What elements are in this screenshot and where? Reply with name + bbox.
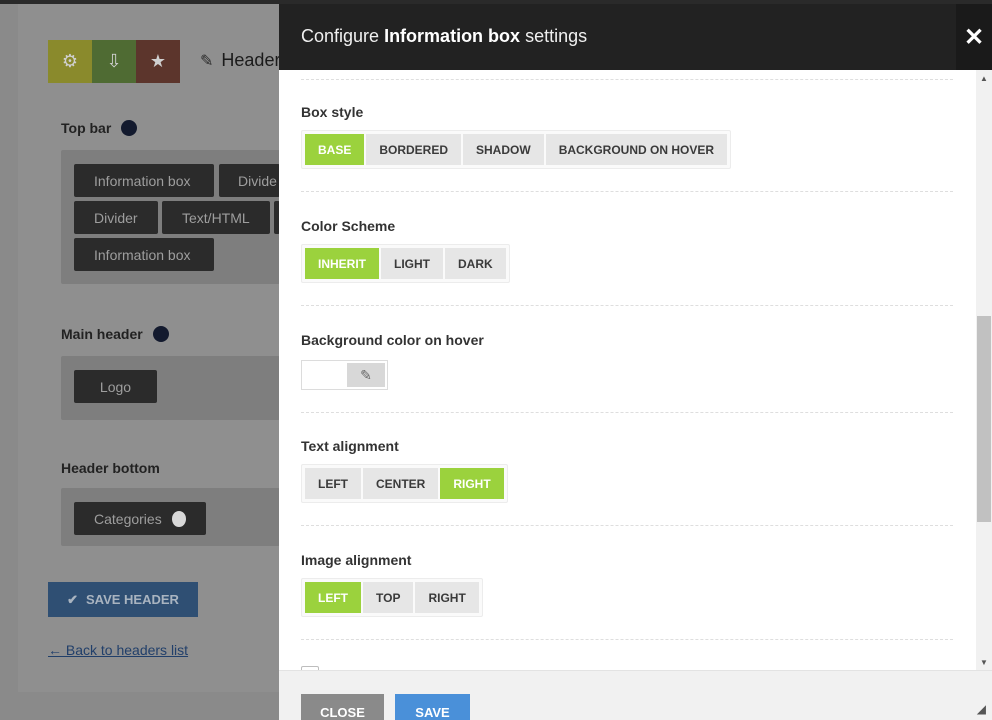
scroll-up-arrow-icon[interactable]: ▲ bbox=[976, 70, 992, 86]
scroll-thumb[interactable] bbox=[977, 316, 991, 522]
image-alignment-option-right[interactable]: RIGHT bbox=[415, 582, 479, 613]
modal-title: Configure Information box settings bbox=[301, 26, 587, 47]
header-name-title[interactable]: ✎ Header bbox=[200, 50, 280, 71]
eyedropper-icon[interactable]: ✎ bbox=[347, 363, 385, 387]
resize-grip-icon[interactable]: ◢ bbox=[977, 702, 986, 716]
box-style-label: Box style bbox=[301, 104, 364, 120]
import-icon[interactable]: ⇩ bbox=[92, 40, 136, 83]
divider bbox=[301, 639, 953, 640]
text-alignment-option-left[interactable]: LEFT bbox=[305, 468, 361, 499]
header-name-text: Header bbox=[221, 50, 281, 70]
close-icon[interactable]: ✕ bbox=[956, 4, 992, 70]
divider bbox=[301, 79, 953, 80]
color-scheme-option-light[interactable]: LIGHT bbox=[381, 248, 443, 279]
top-bar-label: Top bar bbox=[61, 120, 138, 136]
color-scheme-option-dark[interactable]: DARK bbox=[445, 248, 506, 279]
settings-modal: Configure Information box settings ✕ Box… bbox=[279, 4, 992, 720]
modal-body: Box style BASE BORDERED SHADOW BACKGROUN… bbox=[279, 70, 976, 670]
color-scheme-options: INHERIT LIGHT DARK bbox=[301, 244, 510, 283]
divider bbox=[301, 191, 953, 192]
element-chip[interactable]: Information box bbox=[74, 238, 214, 271]
text-alignment-label: Text alignment bbox=[301, 438, 399, 454]
star-icon[interactable]: ★ bbox=[136, 40, 180, 83]
modal-title-prefix: Configure bbox=[301, 26, 385, 46]
modal-title-suffix: settings bbox=[520, 26, 588, 46]
text-alignment-option-right[interactable]: RIGHT bbox=[440, 468, 504, 499]
chip-status-dot bbox=[171, 510, 186, 527]
save-button[interactable]: SAVE bbox=[395, 694, 470, 720]
header-bottom-label-text: Header bottom bbox=[61, 460, 160, 476]
check-icon: ✔ bbox=[67, 591, 78, 607]
main-header-color-dot[interactable] bbox=[152, 326, 169, 342]
box-style-option-shadow[interactable]: SHADOW bbox=[463, 134, 544, 165]
element-chip[interactable]: Divide bbox=[219, 164, 280, 197]
gear-icon[interactable]: ⚙ bbox=[48, 40, 92, 83]
bg-hover-color-picker[interactable]: ✎ bbox=[301, 360, 388, 390]
close-button[interactable]: CLOSE bbox=[301, 694, 384, 720]
bg-hover-label: Background color on hover bbox=[301, 332, 484, 348]
header-bottom-area: Categories bbox=[61, 488, 280, 546]
back-to-headers-link[interactable]: ← Back to headers list bbox=[48, 642, 188, 658]
element-chip-label: Categories bbox=[94, 510, 162, 527]
box-style-option-bg-hover[interactable]: BACKGROUND ON HOVER bbox=[545, 134, 728, 165]
top-bar-color-dot[interactable] bbox=[121, 120, 138, 136]
divider bbox=[301, 525, 953, 526]
modal-header: Configure Information box settings ✕ bbox=[279, 4, 992, 70]
text-alignment-options: LEFT CENTER RIGHT bbox=[301, 464, 508, 503]
image-alignment-options: LEFT TOP RIGHT bbox=[301, 578, 483, 617]
scroll-down-arrow-icon[interactable]: ▼ bbox=[976, 654, 992, 670]
main-header-label-text: Main header bbox=[61, 326, 143, 342]
element-chip[interactable]: Logo bbox=[74, 370, 157, 403]
color-scheme-label: Color Scheme bbox=[301, 218, 396, 234]
top-bar-area: Information box Divide Divider Text/HTML… bbox=[61, 150, 280, 284]
main-header-label: Main header bbox=[61, 326, 169, 342]
box-style-option-bordered[interactable]: BORDERED bbox=[366, 134, 462, 165]
image-alignment-option-left[interactable]: LEFT bbox=[305, 582, 361, 613]
modal-footer: CLOSE SAVE ◢ bbox=[279, 670, 992, 720]
element-chip[interactable]: Divider bbox=[74, 201, 158, 234]
modal-title-element: Information box bbox=[384, 26, 521, 46]
modal-scrollbar[interactable]: ▲ ▼ bbox=[976, 70, 992, 670]
box-style-option-base[interactable]: BASE bbox=[305, 134, 365, 165]
element-chip[interactable]: Text/HTML bbox=[162, 201, 270, 234]
pencil-icon: ✎ bbox=[200, 52, 214, 70]
builder-toolbar: ⚙ ⇩ ★ bbox=[48, 40, 180, 83]
text-alignment-option-center[interactable]: CENTER bbox=[363, 468, 439, 499]
element-chip[interactable]: Information box bbox=[74, 164, 214, 197]
color-scheme-option-inherit[interactable]: INHERIT bbox=[305, 248, 379, 279]
divider bbox=[301, 412, 953, 413]
save-header-label: SAVE HEADER bbox=[85, 592, 179, 607]
top-bar-label-text: Top bar bbox=[61, 120, 112, 136]
image-alignment-label: Image alignment bbox=[301, 552, 412, 568]
header-bottom-label: Header bottom bbox=[61, 460, 160, 476]
box-style-options: BASE BORDERED SHADOW BACKGROUND ON HOVER bbox=[301, 130, 732, 169]
divider bbox=[301, 305, 953, 306]
main-header-area: Logo bbox=[61, 356, 280, 420]
image-alignment-option-top[interactable]: TOP bbox=[363, 582, 414, 613]
element-chip[interactable]: Categories bbox=[74, 502, 206, 535]
save-header-button[interactable]: ✔ SAVE HEADER bbox=[48, 582, 198, 617]
